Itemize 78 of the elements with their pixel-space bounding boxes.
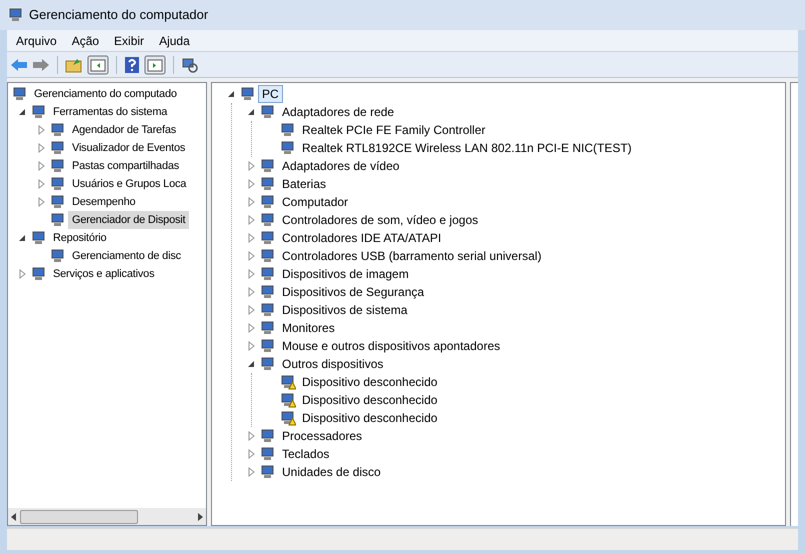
tree-item[interactable]: Mouse e outros dispositivos apontadores bbox=[278, 337, 504, 355]
menu-item[interactable]: Ação bbox=[64, 32, 106, 50]
tree-item[interactable]: Processadores bbox=[278, 427, 366, 445]
scroll-left-icon[interactable] bbox=[10, 512, 18, 520]
computer-icon bbox=[260, 464, 276, 480]
computer-icon bbox=[50, 122, 66, 138]
computer-icon bbox=[50, 194, 66, 210]
tree-item[interactable]: Outros dispositivos bbox=[278, 355, 388, 373]
horizontal-scrollbar[interactable] bbox=[8, 508, 206, 525]
computer-icon bbox=[260, 230, 276, 246]
tree-item[interactable]: Gerenciamento do computado bbox=[30, 85, 181, 103]
folder-up-icon[interactable] bbox=[65, 56, 83, 72]
computer-icon bbox=[260, 284, 276, 300]
tree-item[interactable]: Dispositivo desconhecido bbox=[298, 373, 442, 391]
computer-icon bbox=[260, 446, 276, 462]
tree-item[interactable]: Dispositivos de imagem bbox=[278, 265, 413, 283]
scroll-right-icon[interactable] bbox=[196, 512, 204, 520]
tree-item[interactable]: Adaptadores de vídeo bbox=[278, 157, 404, 175]
tree-item[interactable]: Controladores USB (barramento serial universal) bbox=[278, 247, 546, 265]
computer-icon bbox=[260, 302, 276, 318]
tree-item[interactable]: Gerenciamento de disc bbox=[68, 247, 185, 265]
tree-item[interactable]: Controladores IDE ATA/ATAPI bbox=[278, 229, 446, 247]
tree-item[interactable]: Desempenho bbox=[68, 193, 140, 211]
menu-item[interactable]: Exibir bbox=[107, 32, 152, 50]
tree-item[interactable]: Usuários e Grupos Loca bbox=[68, 175, 190, 193]
tree-item[interactable]: Gerenciador de Disposit bbox=[68, 211, 190, 229]
computer-icon bbox=[260, 212, 276, 228]
tree-item[interactable]: Baterias bbox=[278, 175, 330, 193]
computer-icon bbox=[260, 338, 276, 354]
tree-item[interactable]: Controladores de som, vídeo e jogos bbox=[278, 211, 482, 229]
computer-icon bbox=[260, 248, 276, 264]
tree-item[interactable]: Monitores bbox=[278, 319, 339, 337]
tree-item[interactable]: Agendador de Tarefas bbox=[68, 121, 180, 139]
tree-item[interactable]: Realtek RTL8192CE Wireless LAN 802.11n PCI-E NIC(TEST) bbox=[298, 139, 636, 157]
tree-item[interactable]: Computador bbox=[278, 193, 352, 211]
computer-icon bbox=[31, 104, 47, 120]
computer-icon bbox=[12, 86, 28, 102]
action-pane-icon[interactable] bbox=[144, 54, 166, 74]
back-arrow-icon[interactable] bbox=[10, 56, 28, 72]
forward-arrow-icon[interactable] bbox=[32, 56, 50, 72]
tree-item[interactable]: Dispositivo desconhecido bbox=[298, 391, 442, 409]
tree-item[interactable]: PC bbox=[258, 85, 283, 103]
tree-item[interactable]: Teclados bbox=[278, 445, 334, 463]
computer-icon bbox=[50, 158, 66, 174]
computer-icon bbox=[31, 266, 47, 282]
computer-icon bbox=[50, 212, 66, 228]
computer-icon bbox=[260, 158, 276, 174]
tree-item[interactable]: Serviços e aplicativos bbox=[49, 265, 158, 283]
tree-item[interactable]: Unidades de disco bbox=[278, 463, 385, 481]
computer-icon bbox=[260, 320, 276, 336]
computer-icon bbox=[260, 176, 276, 192]
menu-item[interactable]: Ajuda bbox=[152, 32, 197, 50]
tree-item[interactable]: Dispositivos de sistema bbox=[278, 301, 412, 319]
computer-icon bbox=[240, 86, 256, 102]
tree-item[interactable]: Realtek PCIe FE Family Controller bbox=[298, 121, 490, 139]
tree-item[interactable]: Dispositivo desconhecido bbox=[298, 409, 442, 427]
tree-item[interactable]: Repositório bbox=[49, 229, 110, 247]
computer-icon bbox=[260, 356, 276, 372]
computer-icon bbox=[260, 266, 276, 282]
tree-item[interactable]: Ferramentas do sistema bbox=[49, 103, 172, 121]
computer-icon bbox=[50, 176, 66, 192]
scan-hardware-icon[interactable] bbox=[181, 56, 199, 74]
computer-icon bbox=[260, 194, 276, 210]
tree-item[interactable]: Pastas compartilhadas bbox=[68, 157, 184, 175]
computer-icon bbox=[260, 104, 276, 120]
tree-item[interactable]: Adaptadores de rede bbox=[278, 103, 398, 121]
console-tree-icon[interactable] bbox=[87, 54, 109, 74]
help-icon[interactable] bbox=[124, 56, 140, 74]
computer-icon bbox=[8, 7, 24, 23]
computer-icon bbox=[260, 428, 276, 444]
tree-item[interactable]: Dispositivos de Segurança bbox=[278, 283, 428, 301]
computer-icon bbox=[50, 140, 66, 156]
menu-item[interactable]: Arquivo bbox=[9, 32, 64, 50]
computer-icon bbox=[50, 248, 66, 264]
computer-icon bbox=[31, 230, 47, 246]
scrollbar-thumb[interactable] bbox=[20, 510, 138, 524]
tree-item[interactable]: Visualizador de Eventos bbox=[68, 139, 190, 157]
window-title: Gerenciamento do computador bbox=[29, 6, 208, 24]
